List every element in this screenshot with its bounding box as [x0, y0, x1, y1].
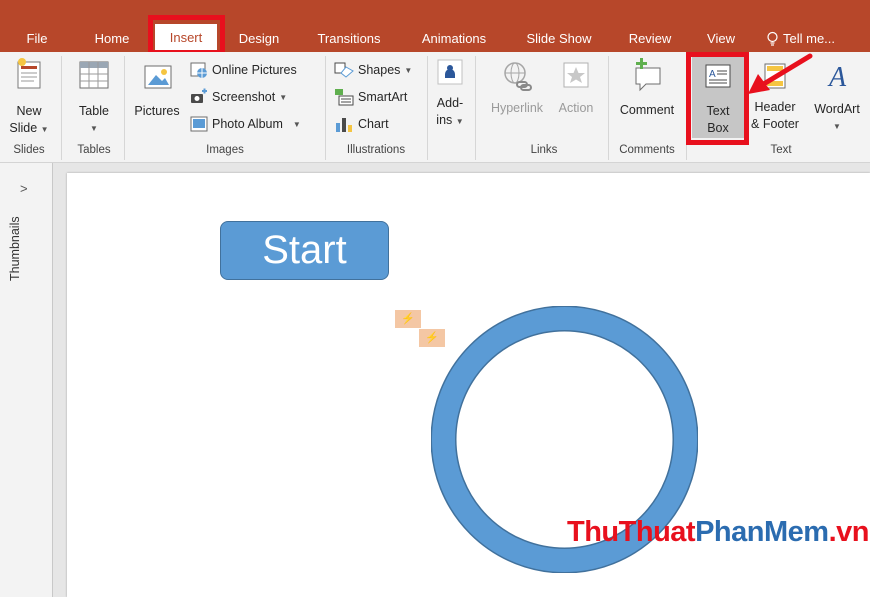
- smartart-icon: [335, 89, 354, 106]
- thumbnails-label: Thumbnails: [8, 216, 22, 281]
- table-label: Table: [79, 104, 109, 118]
- tab-insert[interactable]: Insert: [155, 24, 217, 52]
- tab-file[interactable]: File: [12, 28, 62, 50]
- shapes-button[interactable]: Shapes ▼: [334, 60, 412, 80]
- comment-icon: [635, 58, 661, 92]
- group-separator: [325, 56, 326, 160]
- hyperlink-label: Hyperlink: [490, 101, 544, 115]
- expand-thumbnails-button[interactable]: >: [20, 181, 28, 196]
- add-ins-label-2: ins ▼: [436, 113, 464, 127]
- tab-transitions[interactable]: Transitions: [304, 28, 394, 50]
- red-arrow-annotation: [748, 53, 813, 94]
- text-box-label-2: Box: [707, 121, 729, 135]
- chart-label: Chart: [358, 117, 389, 131]
- shapes-label: Shapes: [358, 63, 401, 77]
- tell-me-label: Tell me...: [783, 31, 836, 46]
- new-slide-button[interactable]: New Slide ▼: [4, 56, 54, 138]
- animation-trigger-icon[interactable]: ⚡: [395, 310, 421, 328]
- action-label: Action: [558, 101, 594, 115]
- wordart-button[interactable]: A WordArt ▼: [806, 60, 868, 135]
- illustrations-group-label: Illustrations: [346, 144, 406, 156]
- group-separator: [475, 56, 476, 160]
- hyperlink-button[interactable]: Hyperlink: [484, 60, 550, 117]
- comment-button[interactable]: Comment: [612, 58, 682, 119]
- new-slide-label-2: Slide ▼: [9, 121, 49, 135]
- screenshot-icon: [191, 88, 207, 103]
- chart-icon: [336, 118, 352, 132]
- wordart-label: WordArt: [814, 102, 860, 116]
- chart-button[interactable]: Chart: [334, 114, 389, 134]
- tab-home[interactable]: Home: [84, 28, 140, 50]
- pictures-button[interactable]: Pictures: [130, 62, 184, 120]
- watermark-logo: ThuThuatPhanMem.vn: [567, 516, 869, 548]
- editing-workspace: > Thumbnails Start ⚡ ⚡ ThuThuatPhanMem.v…: [0, 163, 870, 597]
- images-group-label: Images: [206, 144, 244, 156]
- tab-view[interactable]: View: [694, 28, 748, 50]
- dropdown-caret-icon: ▼: [279, 92, 288, 102]
- action-button[interactable]: Action: [552, 60, 600, 117]
- tab-animations[interactable]: Animations: [408, 28, 500, 50]
- table-button[interactable]: Table ▼: [70, 60, 118, 137]
- text-box-label-1: Text: [706, 104, 730, 118]
- slide-canvas[interactable]: Start ⚡ ⚡ ThuThuatPhanMem.vn: [67, 173, 870, 597]
- tab-review[interactable]: Review: [618, 28, 682, 50]
- comment-label: Comment: [619, 103, 675, 117]
- shapes-icon: [334, 62, 354, 78]
- dropdown-caret-icon: ▼: [404, 65, 413, 75]
- header-footer-label-2: & Footer: [751, 117, 799, 131]
- group-separator: [686, 56, 687, 160]
- wordart-icon: A: [827, 62, 847, 93]
- ribbon-tab-bar: File Home Insert Design Transitions Anim…: [0, 0, 870, 52]
- photo-album-icon: [190, 116, 208, 132]
- text-group-label: Text: [770, 144, 792, 156]
- screenshot-button[interactable]: Screenshot ▼: [190, 87, 287, 107]
- tab-design[interactable]: Design: [226, 28, 292, 50]
- slides-group-label: Slides: [13, 144, 45, 156]
- svg-text:A: A: [709, 69, 716, 80]
- powerpoint-window: File Home Insert Design Transitions Anim…: [0, 0, 870, 597]
- store-icon: [437, 59, 463, 85]
- comments-group-label: Comments: [619, 144, 675, 156]
- screenshot-label: Screenshot: [212, 90, 276, 104]
- photo-album-label: Photo Album: [212, 117, 283, 131]
- start-shape[interactable]: Start: [220, 221, 389, 280]
- dropdown-caret-icon: ▼: [833, 122, 841, 131]
- group-separator: [608, 56, 609, 160]
- smartart-label: SmartArt: [358, 90, 408, 104]
- new-slide-label-1: New: [16, 104, 42, 118]
- tab-slide-show[interactable]: Slide Show: [514, 28, 604, 50]
- group-separator: [124, 56, 125, 160]
- smartart-button[interactable]: SmartArt: [334, 87, 407, 107]
- header-footer-label-1: Header: [754, 100, 796, 114]
- tell-me-search[interactable]: Tell me...: [766, 28, 866, 50]
- online-pictures-icon: [190, 62, 207, 78]
- group-separator: [427, 56, 428, 160]
- online-pictures-button[interactable]: Online Pictures: [190, 60, 297, 80]
- add-ins-label-1: Add-: [436, 96, 464, 110]
- pictures-label: Pictures: [134, 104, 180, 118]
- group-separator: [61, 56, 62, 160]
- photo-album-button[interactable]: Photo Album ▼: [190, 114, 301, 134]
- dropdown-caret-icon: ▼: [292, 119, 301, 129]
- tables-group-label: Tables: [77, 144, 111, 156]
- dropdown-caret-icon: ▼: [455, 117, 464, 126]
- table-icon: [79, 61, 109, 89]
- dropdown-caret-icon: ▼: [90, 124, 98, 133]
- pictures-icon: [144, 65, 172, 89]
- online-pictures-label: Online Pictures: [212, 63, 297, 77]
- new-slide-icon: [17, 58, 41, 89]
- text-box-icon: A: [705, 64, 731, 88]
- text-box-button[interactable]: A Text Box: [692, 56, 744, 138]
- thumbnails-pane: > Thumbnails: [0, 163, 53, 597]
- links-group-label: Links: [530, 144, 558, 156]
- dropdown-caret-icon: ▼: [40, 125, 49, 134]
- action-star-icon: [563, 62, 589, 88]
- add-ins-button[interactable]: Add- ins ▼: [430, 58, 470, 130]
- hyperlink-icon: [504, 62, 532, 91]
- svg-text:A: A: [827, 62, 847, 90]
- lightbulb-icon: [767, 31, 778, 46]
